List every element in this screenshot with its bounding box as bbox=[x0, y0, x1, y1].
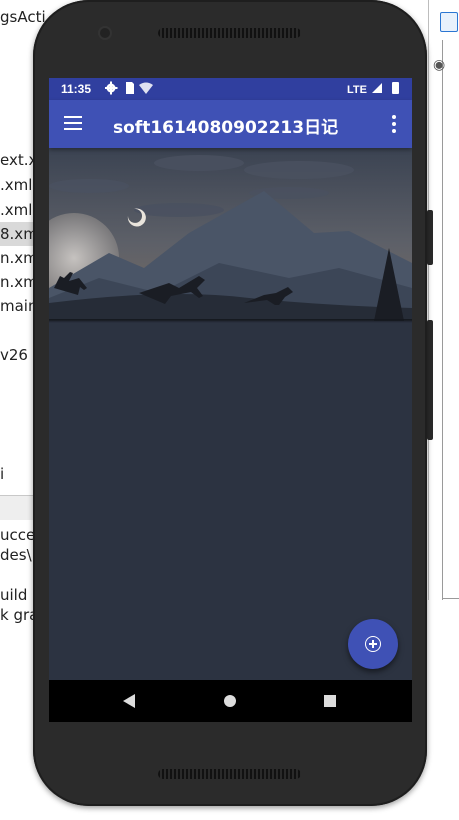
ide-tool-icon[interactable] bbox=[440, 12, 458, 32]
volume-button bbox=[427, 210, 433, 265]
ide-right-panel bbox=[428, 0, 459, 600]
more-vert-icon[interactable] bbox=[392, 115, 396, 136]
device-screen: 11:35 LTE soft1614080902213日记 bbox=[49, 78, 412, 722]
ide-text-line: .xml bbox=[0, 176, 33, 194]
sd-card-icon bbox=[126, 82, 134, 94]
ide-text-line: i bbox=[0, 465, 5, 483]
wifi-icon bbox=[139, 82, 153, 94]
status-bar: 11:35 LTE bbox=[49, 78, 412, 100]
ide-text-line: ucce bbox=[0, 526, 36, 544]
header-shadow bbox=[49, 319, 412, 323]
ide-text-line: gsActi bbox=[0, 8, 46, 26]
hamburger-menu-icon[interactable] bbox=[64, 116, 82, 130]
signal-icon bbox=[372, 83, 382, 93]
battery-icon bbox=[392, 82, 399, 94]
header-landscape-image bbox=[49, 148, 412, 321]
ide-right-divider bbox=[442, 40, 443, 600]
ide-text-line: des\ bbox=[0, 546, 32, 564]
status-notification-icons bbox=[104, 81, 167, 98]
ide-text-line: v26 bbox=[0, 346, 28, 364]
ide-right-divider-bottom bbox=[442, 598, 459, 599]
add-fab-button[interactable] bbox=[348, 619, 398, 669]
back-triangle-icon[interactable] bbox=[123, 694, 135, 708]
system-nav-bar bbox=[49, 680, 412, 722]
ide-text-line: uild bbox=[0, 586, 28, 604]
add-circle-icon bbox=[365, 636, 381, 652]
home-circle-icon[interactable] bbox=[224, 695, 236, 707]
top-speaker bbox=[158, 28, 301, 38]
power-button bbox=[427, 320, 433, 440]
toolbar-title: soft1614080902213日记 bbox=[113, 118, 339, 138]
ide-text-line: .xml bbox=[0, 201, 33, 219]
settings-gear-icon bbox=[104, 81, 118, 95]
eye-icon[interactable]: ◉ bbox=[433, 56, 445, 73]
recents-square-icon[interactable] bbox=[324, 695, 336, 707]
bottom-speaker bbox=[158, 769, 301, 779]
network-type: LTE bbox=[346, 84, 367, 96]
status-right-icons: LTE bbox=[347, 82, 404, 96]
status-time: 11:35 bbox=[61, 82, 92, 96]
ide-text-line: ext.x bbox=[0, 151, 38, 169]
app-toolbar: soft1614080902213日记 bbox=[49, 100, 412, 148]
front-camera bbox=[100, 28, 110, 38]
